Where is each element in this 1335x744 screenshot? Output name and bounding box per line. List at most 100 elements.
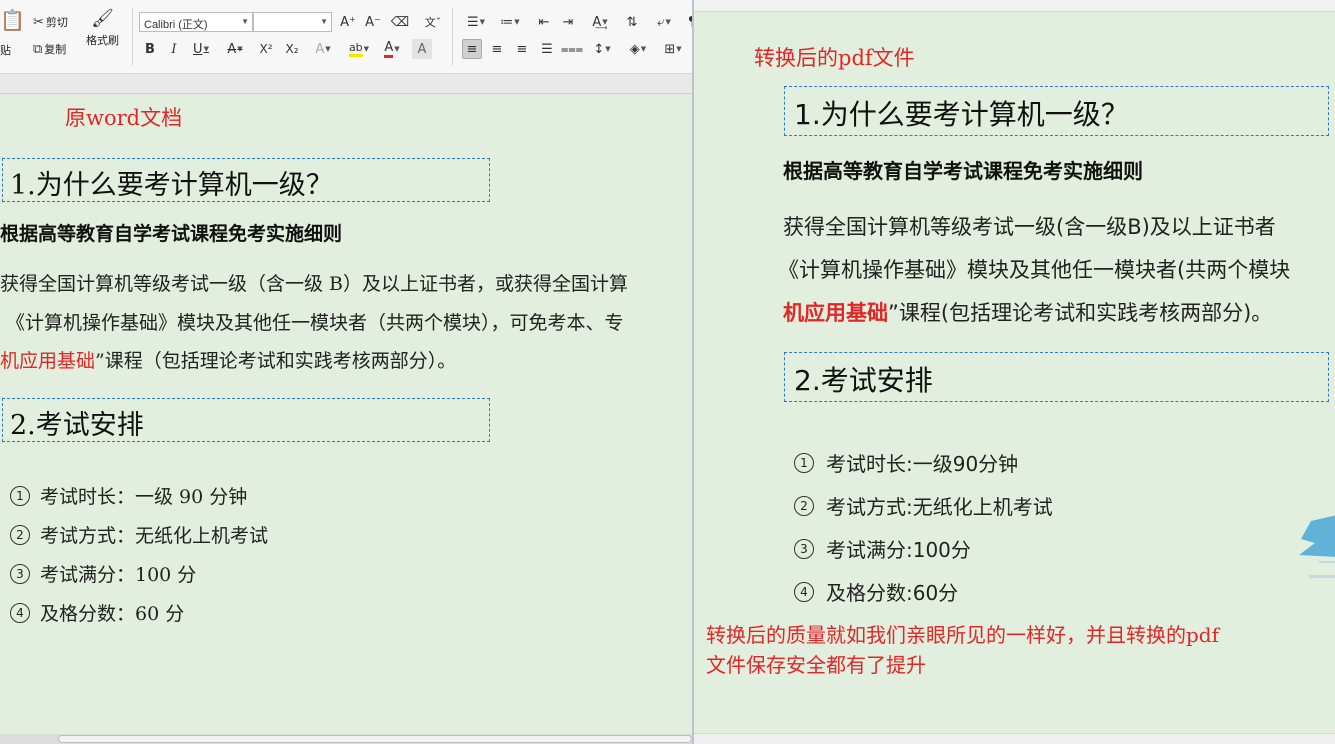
pdf-window: 转换后的pdf文件 1.为什么要考计算机一级？ 根据高等教育自学考试课程免考实施… (692, 0, 1335, 744)
circled-number: 3 (794, 538, 814, 559)
distribute-icon: ⩶ (560, 41, 584, 57)
superscript-button[interactable]: X² (256, 39, 276, 59)
chevron-down-icon: ▼ (203, 45, 209, 53)
sort-button[interactable]: ⇅ (622, 12, 642, 32)
outdent-icon: ⇤ (538, 14, 550, 30)
highlight-button[interactable]: ab ▼ (344, 39, 374, 59)
chevron-down-icon: ▼ (514, 18, 520, 26)
chevron-down-icon: ▼ (241, 17, 249, 26)
line-break-icon: ⤶ (657, 14, 665, 30)
font-color-button[interactable]: A ▼ (378, 39, 406, 59)
ribbon-divider (452, 8, 453, 66)
increase-indent-button[interactable]: ⇥ (558, 12, 578, 32)
grow-font-button[interactable]: A⁺ (338, 12, 358, 32)
copy-button[interactable]: ⧉ 复制 (33, 41, 66, 57)
char-shading-icon: A (417, 41, 427, 57)
underline-button[interactable]: U ▼ (188, 39, 214, 59)
distribute-button[interactable]: ⩶ (560, 39, 584, 59)
font-size-select[interactable]: ▼ (253, 12, 332, 32)
line-spacing-button[interactable]: ↕ ▼ (588, 39, 616, 59)
footer-note: 转换后的质量就如我们亲眼所见的一样好，并且转换的pdf 文件保存安全都有了提升 (706, 620, 1219, 680)
circled-number: 2 (794, 495, 814, 516)
paragraph-text: ”课程(包括理论考试和实践考核两部分)。 (888, 301, 1273, 325)
numbered-list-button[interactable]: ≔ ▼ (496, 12, 524, 32)
shrink-font-button[interactable]: A⁻ (363, 12, 383, 32)
chevron-down-icon: ▼ (237, 45, 243, 53)
shrink-font-icon: A⁻ (365, 14, 381, 30)
list-item: 4 及格分数：60 分 (10, 599, 184, 626)
shading-button[interactable]: ◈ ▼ (624, 39, 652, 59)
heading-2: 2.考试安排 (10, 410, 144, 441)
circled-number: 2 (10, 524, 30, 545)
chevron-down-icon: ▼ (325, 45, 331, 53)
strikethrough-button[interactable]: A ▼ (222, 39, 248, 59)
align-right-icon: ≡ (516, 41, 528, 57)
paste-button[interactable]: 📋 (0, 10, 25, 30)
footer-line: 文件保存安全都有了提升 (706, 653, 926, 677)
bullet-list-button[interactable]: ☰ ▼ (462, 12, 490, 32)
list-item: 3 考试满分:100分 (794, 534, 971, 563)
list-item: 2 考试方式：无纸化上机考试 (10, 521, 268, 548)
circled-number: 3 (10, 563, 30, 584)
highlighter-icon: ab (348, 41, 363, 57)
show-marks-button[interactable]: ¶ (682, 12, 692, 32)
paragraph-line: 获得全国计算机等级考试一级（含一级 B）及以上证书者，或获得全国计算 (0, 273, 629, 295)
bold-subheading: 根据高等教育自学考试课程免考实施细则 (0, 223, 343, 245)
font-name-select[interactable]: Calibri (正文) ▼ (139, 12, 253, 32)
paragraph-text: ”课程（包括理论考试和实践考核两部分）。 (95, 350, 457, 372)
text-direction-button[interactable]: A͢ ▼ (586, 12, 614, 32)
eraser-icon: ⌫ (390, 14, 410, 30)
horizontal-scrollbar[interactable] (0, 734, 692, 744)
justify-button[interactable]: ☰ (537, 39, 557, 59)
format-painter-button[interactable]: 🖌 格式刷 (86, 10, 119, 48)
italic-button[interactable]: I (164, 39, 184, 59)
text-effects-button[interactable]: A ▼ (310, 39, 336, 59)
red-text: 机应用基础 (783, 301, 888, 325)
line-break-button[interactable]: ⤶ ▼ (650, 12, 678, 32)
paste-icon: 📋 (0, 8, 25, 32)
borders-button[interactable]: ⊞ ▼ (658, 39, 688, 59)
paragraph-line: 机应用基础”课程（包括理论考试和实践考核两部分）。 (0, 346, 456, 373)
paragraph-line: 获得全国计算机等级考试一级(含一级B)及以上证书者 (783, 215, 1276, 239)
subscript-button[interactable]: X₂ (282, 39, 302, 59)
align-center-button[interactable]: ≡ (487, 39, 507, 59)
document-top-margin (0, 74, 692, 94)
circled-number: 4 (10, 602, 30, 623)
line-spacing-icon: ↕ (593, 41, 605, 57)
align-left-icon: ≡ (466, 41, 478, 57)
cut-button[interactable]: ✂ 剪切 (33, 14, 68, 30)
scrollbar-thumb[interactable] (58, 735, 692, 743)
bold-subheading: 根据高等教育自学考试课程免考实施细则 (783, 159, 1143, 183)
bold-button[interactable]: B (140, 39, 160, 59)
align-left-button[interactable]: ≡ (462, 39, 482, 59)
chevron-down-icon: ▼ (602, 18, 608, 26)
paint-bucket-icon: ◈ (629, 41, 640, 57)
align-right-button[interactable]: ≡ (512, 39, 532, 59)
paragraph-line: 机应用基础”课程(包括理论考试和实践考核两部分)。 (783, 297, 1272, 327)
heading-2: 2.考试安排 (794, 364, 933, 397)
chevron-down-icon: ▼ (394, 45, 400, 53)
pdf-window-topbar (694, 0, 1335, 12)
ribbon-toolbar: 📋 贴 ✂ 剪切 ⧉ 复制 🖌 格式刷 Calibri (正文) ▼ ▼ A⁺ … (0, 0, 692, 74)
align-center-icon: ≡ (491, 41, 503, 57)
format-painter-icon: 🖌 (91, 8, 114, 29)
word-window: 📋 贴 ✂ 剪切 ⧉ 复制 🖌 格式刷 Calibri (正文) ▼ ▼ A⁺ … (0, 0, 692, 744)
chevron-down-icon: ▼ (676, 45, 682, 53)
numbered-list-icon: ≔ (500, 14, 514, 30)
decrease-indent-button[interactable]: ⇤ (534, 12, 554, 32)
paste-label[interactable]: 贴 (0, 42, 11, 58)
chevron-down-icon: ▼ (479, 18, 486, 26)
footer-line: 转换后的质量就如我们亲眼所见的一样好，并且转换的pdf (706, 623, 1220, 647)
list-item: 4 及格分数:60分 (794, 577, 958, 606)
grow-font-icon: A⁺ (340, 14, 356, 30)
char-shading-button[interactable]: A (412, 39, 432, 59)
justify-icon: ☰ (541, 41, 553, 57)
circled-number: 1 (10, 485, 30, 506)
watermark-logo (1299, 515, 1335, 578)
ribbon-divider (132, 8, 133, 66)
clear-format-button[interactable]: ⌫ (390, 12, 410, 32)
phonetic-icon: 文ˇ (424, 16, 442, 29)
copy-icon: ⧉ (33, 41, 43, 57)
indent-icon: ⇥ (562, 14, 574, 30)
phonetic-guide-button[interactable]: 文ˇ (418, 12, 448, 32)
